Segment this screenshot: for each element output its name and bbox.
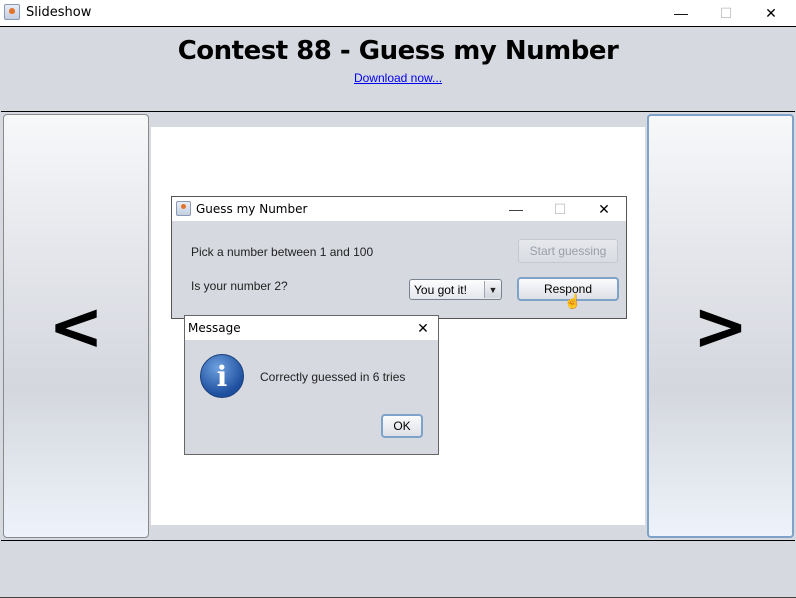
guess-window-maximize-button[interactable]: ☐ [540,197,580,221]
java-cup-icon [176,201,191,216]
previous-slide-button[interactable]: < [3,114,149,538]
java-cup-icon [4,4,20,20]
response-dropdown[interactable]: You got it! ▼ [409,279,502,300]
dropdown-arrow-icon[interactable]: ▼ [484,281,501,298]
guess-my-number-window: Guess my Number — ☐ ✕ Pick a number betw… [171,196,627,319]
message-dialog: Message ✕ i Correctly guessed in 6 tries… [184,315,439,455]
window-title-bar: Slideshow — ☐ ✕ [0,0,796,27]
window-title: Slideshow [26,5,92,20]
slide-title: Contest 88 - Guess my Number [177,36,619,66]
download-link[interactable]: Download now... [1,71,795,85]
minimize-button[interactable]: — [658,0,704,26]
response-dropdown-value: You got it! [414,283,467,297]
guess-window-minimize-button[interactable]: — [496,197,536,221]
footer-panel [1,540,795,598]
message-dialog-title: Message [188,321,241,335]
message-text: Correctly guessed in 6 tries [260,370,406,384]
hand-cursor-icon: ☝ [564,293,582,309]
maximize-button[interactable]: ☐ [703,0,749,26]
message-dialog-title-bar: Message ✕ [185,316,438,340]
guess-window-close-button[interactable]: ✕ [584,197,624,221]
guess-window-title-bar: Guess my Number — ☐ ✕ [172,197,626,221]
message-dialog-close-button[interactable]: ✕ [410,316,436,340]
information-icon: i [200,354,244,398]
pick-number-label: Pick a number between 1 and 100 [191,245,374,259]
slide-header: Contest 88 - Guess my Number Download no… [1,27,795,112]
close-button[interactable]: ✕ [748,0,794,26]
next-slide-button[interactable]: > [647,114,794,538]
guess-question-label: Is your number 2? [191,279,288,293]
start-guessing-button[interactable]: Start guessing [518,239,618,263]
guess-window-title: Guess my Number [196,202,308,216]
ok-button[interactable]: OK [381,414,423,438]
